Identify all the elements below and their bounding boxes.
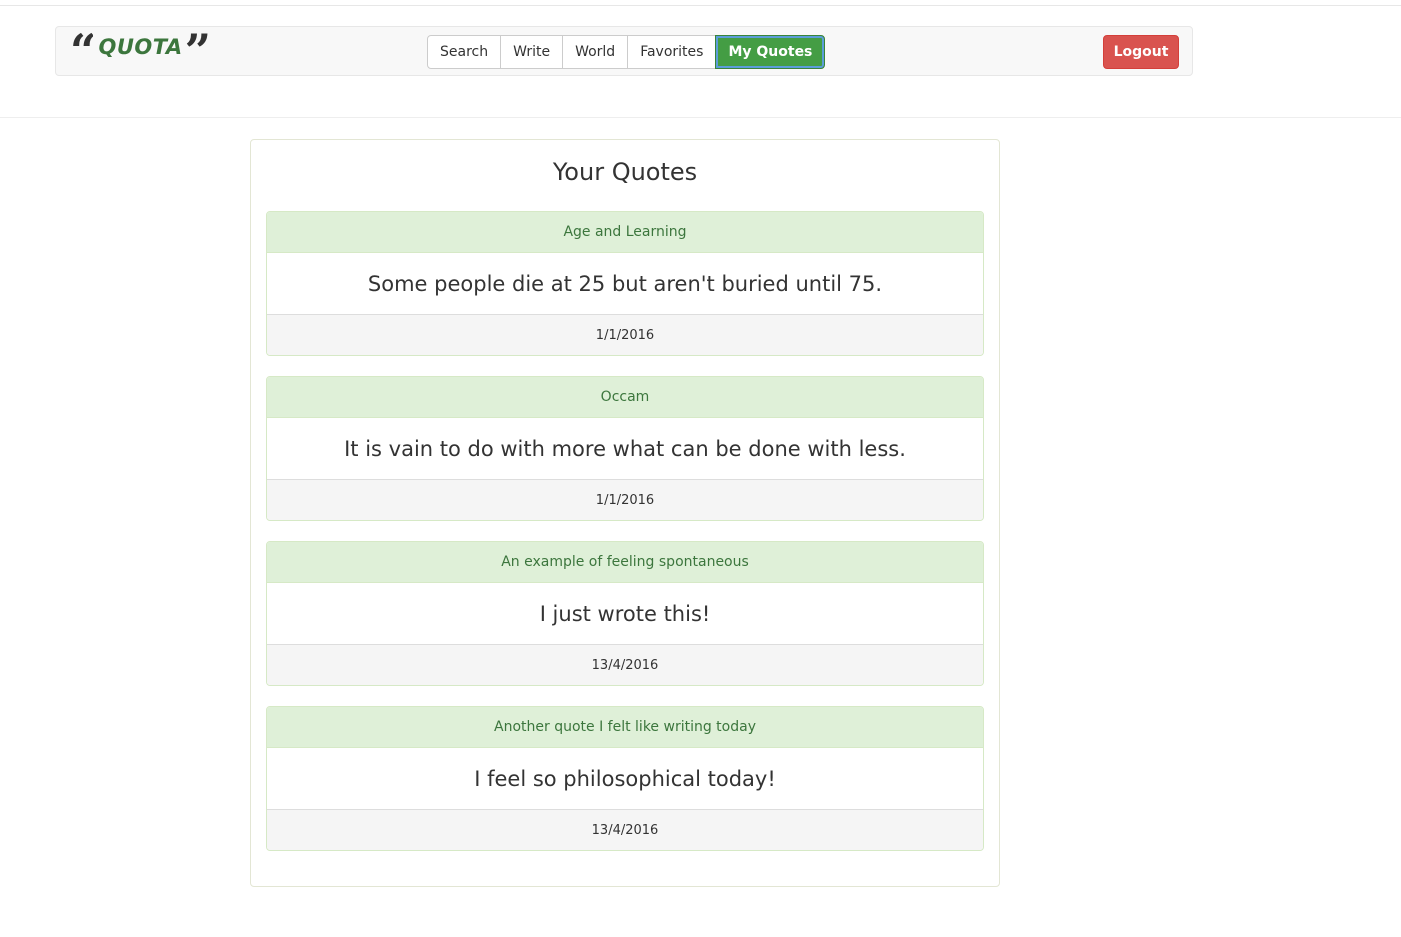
quote-topic: Age and Learning	[267, 212, 983, 253]
quote-card: Age and Learning Some people die at 25 b…	[266, 211, 984, 356]
nav-search-button[interactable]: Search	[427, 35, 502, 69]
nav-favorites-button[interactable]: Favorites	[627, 35, 717, 69]
quote-text: I just wrote this!	[267, 583, 983, 645]
quote-date: 1/1/2016	[267, 315, 983, 355]
close-quote-icon: ”	[184, 28, 209, 58]
quote-text: Some people die at 25 but aren't buried …	[267, 253, 983, 315]
quote-topic: Another quote I felt like writing today	[267, 707, 983, 748]
open-quote-icon: “	[70, 28, 94, 58]
quote-text: I feel so philosophical today!	[267, 748, 983, 810]
quote-date: 13/4/2016	[267, 810, 983, 850]
top-divider	[0, 5, 1401, 6]
nav-my-quotes-button[interactable]: My Quotes	[715, 35, 826, 69]
page-title: Your Quotes	[552, 158, 698, 186]
quote-date: 13/4/2016	[267, 645, 983, 685]
nav-write-button[interactable]: Write	[500, 35, 564, 69]
brand-name: QUOTA	[98, 35, 183, 59]
quote-card: Occam It is vain to do with more what ca…	[266, 376, 984, 521]
quote-topic: Occam	[267, 377, 983, 418]
header-divider	[0, 117, 1401, 118]
quotes-panel: Your Quotes Age and Learning Some people…	[250, 139, 1000, 887]
nav-world-button[interactable]: World	[562, 35, 629, 69]
brand-logo[interactable]: “ QUOTA ”	[70, 27, 209, 59]
quote-card: An example of feeling spontaneous I just…	[266, 541, 984, 686]
navbar: “ QUOTA ” Search Write World Favorites M…	[55, 26, 1193, 76]
quote-text: It is vain to do with more what can be d…	[267, 418, 983, 480]
quote-date: 1/1/2016	[267, 480, 983, 520]
quote-topic: An example of feeling spontaneous	[267, 542, 983, 583]
logout-button[interactable]: Logout	[1103, 35, 1179, 69]
main-nav: Search Write World Favorites My Quotes	[427, 35, 826, 69]
quote-card: Another quote I felt like writing today …	[266, 706, 984, 851]
